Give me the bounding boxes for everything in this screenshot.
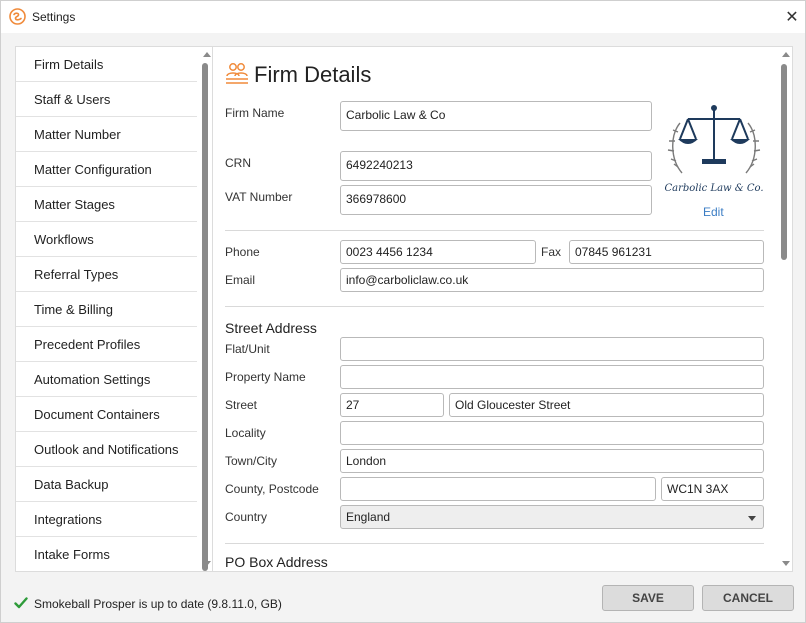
flat-unit-input[interactable] bbox=[340, 337, 764, 361]
sidebar-item-integrations[interactable]: Integrations bbox=[16, 502, 197, 537]
close-button[interactable]: ✕ bbox=[779, 1, 805, 33]
scroll-down-arrow-icon[interactable] bbox=[782, 561, 790, 566]
sidebar-item-staff-users[interactable]: Staff & Users bbox=[16, 82, 197, 117]
sidebar-item-label: Data Backup bbox=[34, 476, 109, 492]
logo-text: Carbolic Law & Co. bbox=[664, 183, 764, 194]
country-select[interactable]: England bbox=[340, 505, 764, 529]
crn-input[interactable]: 6492240213 bbox=[340, 151, 652, 181]
firm-name-label: Firm Name bbox=[225, 106, 285, 120]
scales-of-justice-logo-icon bbox=[667, 105, 761, 174]
page-title: Firm Details bbox=[254, 62, 372, 87]
fax-input[interactable]: 07845 961231 bbox=[569, 240, 764, 264]
fax-label: Fax bbox=[541, 245, 562, 259]
settings-sidebar: Firm Details Staff & Users Matter Number… bbox=[15, 46, 213, 572]
crn-label: CRN bbox=[225, 156, 251, 170]
vat-number-label: VAT Number bbox=[225, 190, 293, 204]
chevron-down-icon bbox=[748, 516, 756, 521]
town-city-label: Town/City bbox=[225, 454, 278, 468]
sidebar-item-label: Document Containers bbox=[34, 406, 160, 422]
sidebar-item-matter-stages[interactable]: Matter Stages bbox=[16, 187, 197, 222]
flat-unit-label: Flat/Unit bbox=[225, 342, 270, 356]
settings-window: Settings ✕ Firm Details Staff & Users Ma… bbox=[0, 0, 806, 623]
title-bar: Settings ✕ bbox=[1, 1, 805, 33]
sidebar-item-label: Precedent Profiles bbox=[34, 336, 141, 352]
county-input[interactable] bbox=[340, 477, 656, 501]
scroll-down-arrow-icon[interactable] bbox=[203, 561, 211, 566]
sidebar-item-document-containers[interactable]: Document Containers bbox=[16, 397, 197, 432]
property-name-input[interactable] bbox=[340, 365, 764, 389]
scroll-up-arrow-icon[interactable] bbox=[782, 52, 790, 57]
check-icon bbox=[14, 597, 28, 609]
locality-label: Locality bbox=[225, 426, 266, 440]
email-label: Email bbox=[225, 273, 256, 287]
update-status-text: Smokeball Prosper is up to date (9.8.11.… bbox=[34, 597, 282, 611]
sidebar-item-precedent-profiles[interactable]: Precedent Profiles bbox=[16, 327, 197, 362]
divider bbox=[225, 306, 764, 307]
postcode-input[interactable]: WC1N 3AX bbox=[661, 477, 764, 501]
sidebar-item-label: Referral Types bbox=[34, 266, 119, 282]
divider bbox=[225, 230, 764, 231]
sidebar-item-intake-forms[interactable]: Intake Forms bbox=[16, 537, 197, 571]
street-label: Street bbox=[225, 398, 258, 412]
sidebar-item-label: Workflows bbox=[34, 231, 94, 247]
save-button[interactable]: SAVE bbox=[602, 585, 694, 611]
phone-input[interactable]: 0023 4456 1234 bbox=[340, 240, 536, 264]
sidebar-item-matter-number[interactable]: Matter Number bbox=[16, 117, 197, 152]
street-address-heading: Street Address bbox=[225, 320, 317, 336]
scroll-up-arrow-icon[interactable] bbox=[203, 52, 211, 57]
cancel-button[interactable]: CANCEL bbox=[702, 585, 794, 611]
sidebar-item-label: Matter Number bbox=[34, 126, 121, 142]
sidebar-item-label: Matter Configuration bbox=[34, 161, 152, 177]
country-value: England bbox=[346, 510, 391, 524]
sidebar-item-time-billing[interactable]: Time & Billing bbox=[16, 292, 197, 327]
edit-logo-link[interactable]: Edit bbox=[703, 205, 724, 219]
property-name-label: Property Name bbox=[225, 370, 306, 384]
scrollbar-thumb[interactable] bbox=[781, 64, 787, 260]
sidebar-item-label: Time & Billing bbox=[34, 301, 113, 317]
firm-logo: Carbolic Law & Co. bbox=[664, 101, 764, 200]
sidebar-item-firm-details[interactable]: Firm Details bbox=[16, 47, 197, 82]
sidebar-item-automation-settings[interactable]: Automation Settings bbox=[16, 362, 197, 397]
sidebar-item-data-backup[interactable]: Data Backup bbox=[16, 467, 197, 502]
sidebar-item-workflows[interactable]: Workflows bbox=[16, 222, 197, 257]
sidebar-item-label: Firm Details bbox=[34, 56, 104, 72]
vat-number-input[interactable]: 366978600 bbox=[340, 185, 652, 215]
sidebar-item-referral-types[interactable]: Referral Types bbox=[16, 257, 197, 292]
firm-name-input[interactable]: Carbolic Law & Co bbox=[340, 101, 652, 131]
po-box-address-heading: PO Box Address bbox=[225, 554, 328, 570]
scrollbar-thumb[interactable] bbox=[202, 63, 208, 571]
sidebar-item-label: Staff & Users bbox=[34, 91, 111, 107]
window-title: Settings bbox=[32, 10, 76, 24]
smokeball-logo-icon bbox=[9, 8, 26, 25]
phone-label: Phone bbox=[225, 245, 260, 259]
country-label: Country bbox=[225, 510, 268, 524]
main-scrollbar[interactable] bbox=[780, 47, 792, 571]
users-icon bbox=[226, 63, 248, 84]
email-input[interactable]: info@carboliclaw.co.uk bbox=[340, 268, 764, 292]
sidebar-item-matter-configuration[interactable]: Matter Configuration bbox=[16, 152, 197, 187]
street-number-input[interactable]: 27 bbox=[340, 393, 444, 417]
sidebar-item-label: Outlook and Notifications bbox=[34, 441, 179, 457]
town-city-input[interactable]: London bbox=[340, 449, 764, 473]
close-icon: ✕ bbox=[785, 9, 799, 26]
firm-details-panel: Firm Details Firm Name Carbolic Law & Co… bbox=[212, 46, 793, 572]
street-name-input[interactable]: Old Gloucester Street bbox=[449, 393, 764, 417]
divider bbox=[225, 543, 764, 544]
sidebar-item-label: Intake Forms bbox=[34, 546, 110, 562]
locality-input[interactable] bbox=[340, 421, 764, 445]
sidebar-item-label: Automation Settings bbox=[34, 371, 151, 387]
sidebar-item-outlook-notifications[interactable]: Outlook and Notifications bbox=[16, 432, 197, 467]
sidebar-item-label: Integrations bbox=[34, 511, 102, 527]
county-postcode-label: County, Postcode bbox=[225, 482, 319, 496]
sidebar-item-label: Matter Stages bbox=[34, 196, 115, 212]
